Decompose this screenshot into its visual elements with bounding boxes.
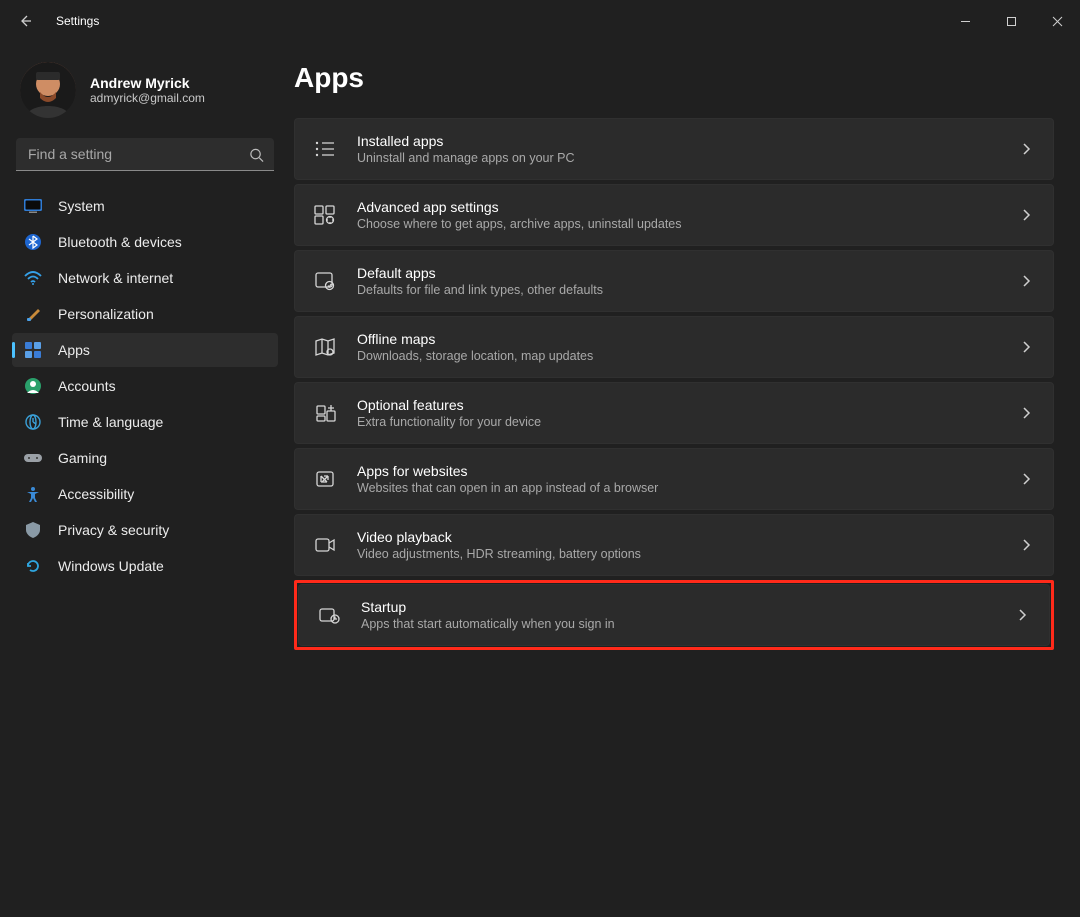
accessibility-icon bbox=[24, 485, 42, 503]
nav-item-accounts[interactable]: Accounts bbox=[12, 369, 278, 403]
nav-item-network[interactable]: Network & internet bbox=[12, 261, 278, 295]
search-input[interactable] bbox=[16, 138, 274, 171]
startup-icon bbox=[317, 603, 341, 627]
chevron-right-icon bbox=[1021, 340, 1031, 354]
card-subtitle: Defaults for file and link types, other … bbox=[357, 283, 1001, 297]
nav-label: Network & internet bbox=[58, 270, 173, 286]
profile-name: Andrew Myrick bbox=[90, 75, 205, 91]
card-advanced-app-settings[interactable]: Advanced app settings Choose where to ge… bbox=[294, 184, 1054, 246]
nav-item-apps[interactable]: Apps bbox=[12, 333, 278, 367]
default-apps-icon bbox=[313, 269, 337, 293]
nav-label: Accounts bbox=[58, 378, 116, 394]
profile-block[interactable]: Andrew Myrick admyrick@gmail.com bbox=[12, 54, 278, 132]
card-title: Installed apps bbox=[357, 133, 1001, 149]
close-button[interactable] bbox=[1034, 5, 1080, 37]
chevron-right-icon bbox=[1021, 208, 1031, 222]
chevron-right-icon bbox=[1021, 406, 1031, 420]
nav-item-bluetooth[interactable]: Bluetooth & devices bbox=[12, 225, 278, 259]
clock-globe-icon bbox=[24, 413, 42, 431]
card-video-playback[interactable]: Video playback Video adjustments, HDR st… bbox=[294, 514, 1054, 576]
nav-item-accessibility[interactable]: Accessibility bbox=[12, 477, 278, 511]
card-subtitle: Websites that can open in an app instead… bbox=[357, 481, 1001, 495]
card-subtitle: Apps that start automatically when you s… bbox=[361, 617, 997, 631]
system-icon bbox=[24, 197, 42, 215]
apps-for-websites-icon bbox=[313, 467, 337, 491]
sidebar: Andrew Myrick admyrick@gmail.com System bbox=[0, 42, 290, 917]
nav-item-personalization[interactable]: Personalization bbox=[12, 297, 278, 331]
card-title: Apps for websites bbox=[357, 463, 1001, 479]
page-title: Apps bbox=[294, 62, 1054, 94]
nav-label: Apps bbox=[58, 342, 90, 358]
installed-apps-icon bbox=[313, 137, 337, 161]
nav-label: Privacy & security bbox=[58, 522, 169, 538]
minimize-icon bbox=[960, 16, 971, 27]
search-icon bbox=[249, 147, 264, 162]
minimize-button[interactable] bbox=[942, 5, 988, 37]
nav-label: Bluetooth & devices bbox=[58, 234, 182, 250]
nav-item-windows-update[interactable]: Windows Update bbox=[12, 549, 278, 583]
nav-label: Accessibility bbox=[58, 486, 134, 502]
card-subtitle: Video adjustments, HDR streaming, batter… bbox=[357, 547, 1001, 561]
nav-label: System bbox=[58, 198, 105, 214]
nav-label: Windows Update bbox=[58, 558, 164, 574]
advanced-settings-icon bbox=[313, 203, 337, 227]
apps-icon bbox=[24, 341, 42, 359]
update-icon bbox=[24, 557, 42, 575]
offline-maps-icon bbox=[313, 335, 337, 359]
maximize-button[interactable] bbox=[988, 5, 1034, 37]
card-title: Default apps bbox=[357, 265, 1001, 281]
optional-features-icon bbox=[313, 401, 337, 425]
profile-email: admyrick@gmail.com bbox=[90, 91, 205, 105]
wifi-icon bbox=[24, 269, 42, 287]
search-wrap bbox=[16, 138, 274, 171]
card-installed-apps[interactable]: Installed apps Uninstall and manage apps… bbox=[294, 118, 1054, 180]
card-title: Offline maps bbox=[357, 331, 1001, 347]
nav-label: Personalization bbox=[58, 306, 154, 322]
highlight-annotation: Startup Apps that start automatically wh… bbox=[294, 580, 1054, 650]
titlebar: Settings bbox=[0, 0, 1080, 42]
card-title: Video playback bbox=[357, 529, 1001, 545]
window-title: Settings bbox=[56, 14, 99, 28]
maximize-icon bbox=[1006, 16, 1017, 27]
paintbrush-icon bbox=[24, 305, 42, 323]
back-button[interactable] bbox=[10, 5, 42, 37]
close-icon bbox=[1052, 16, 1063, 27]
card-subtitle: Extra functionality for your device bbox=[357, 415, 1001, 429]
nav: System Bluetooth & devices Network & int… bbox=[12, 189, 278, 583]
avatar bbox=[20, 62, 76, 118]
nav-item-privacy[interactable]: Privacy & security bbox=[12, 513, 278, 547]
settings-card-list: Installed apps Uninstall and manage apps… bbox=[294, 118, 1054, 650]
shield-icon bbox=[24, 521, 42, 539]
card-subtitle: Choose where to get apps, archive apps, … bbox=[357, 217, 1001, 231]
card-title: Startup bbox=[361, 599, 997, 615]
nav-label: Time & language bbox=[58, 414, 163, 430]
main-content: Apps Installed apps Uninstall and manage… bbox=[290, 42, 1080, 917]
chevron-right-icon bbox=[1021, 274, 1031, 288]
card-apps-for-websites[interactable]: Apps for websites Websites that can open… bbox=[294, 448, 1054, 510]
card-title: Optional features bbox=[357, 397, 1001, 413]
chevron-right-icon bbox=[1017, 608, 1027, 622]
chevron-right-icon bbox=[1021, 472, 1031, 486]
card-subtitle: Downloads, storage location, map updates bbox=[357, 349, 1001, 363]
card-optional-features[interactable]: Optional features Extra functionality fo… bbox=[294, 382, 1054, 444]
nav-item-system[interactable]: System bbox=[12, 189, 278, 223]
card-default-apps[interactable]: Default apps Defaults for file and link … bbox=[294, 250, 1054, 312]
video-playback-icon bbox=[313, 533, 337, 557]
gaming-icon bbox=[24, 449, 42, 467]
nav-label: Gaming bbox=[58, 450, 107, 466]
back-arrow-icon bbox=[18, 13, 34, 29]
card-offline-maps[interactable]: Offline maps Downloads, storage location… bbox=[294, 316, 1054, 378]
nav-item-time-language[interactable]: Time & language bbox=[12, 405, 278, 439]
accounts-icon bbox=[24, 377, 42, 395]
nav-item-gaming[interactable]: Gaming bbox=[12, 441, 278, 475]
window-controls bbox=[942, 5, 1080, 37]
card-startup[interactable]: Startup Apps that start automatically wh… bbox=[298, 584, 1050, 646]
card-subtitle: Uninstall and manage apps on your PC bbox=[357, 151, 1001, 165]
bluetooth-icon bbox=[24, 233, 42, 251]
chevron-right-icon bbox=[1021, 538, 1031, 552]
chevron-right-icon bbox=[1021, 142, 1031, 156]
card-title: Advanced app settings bbox=[357, 199, 1001, 215]
